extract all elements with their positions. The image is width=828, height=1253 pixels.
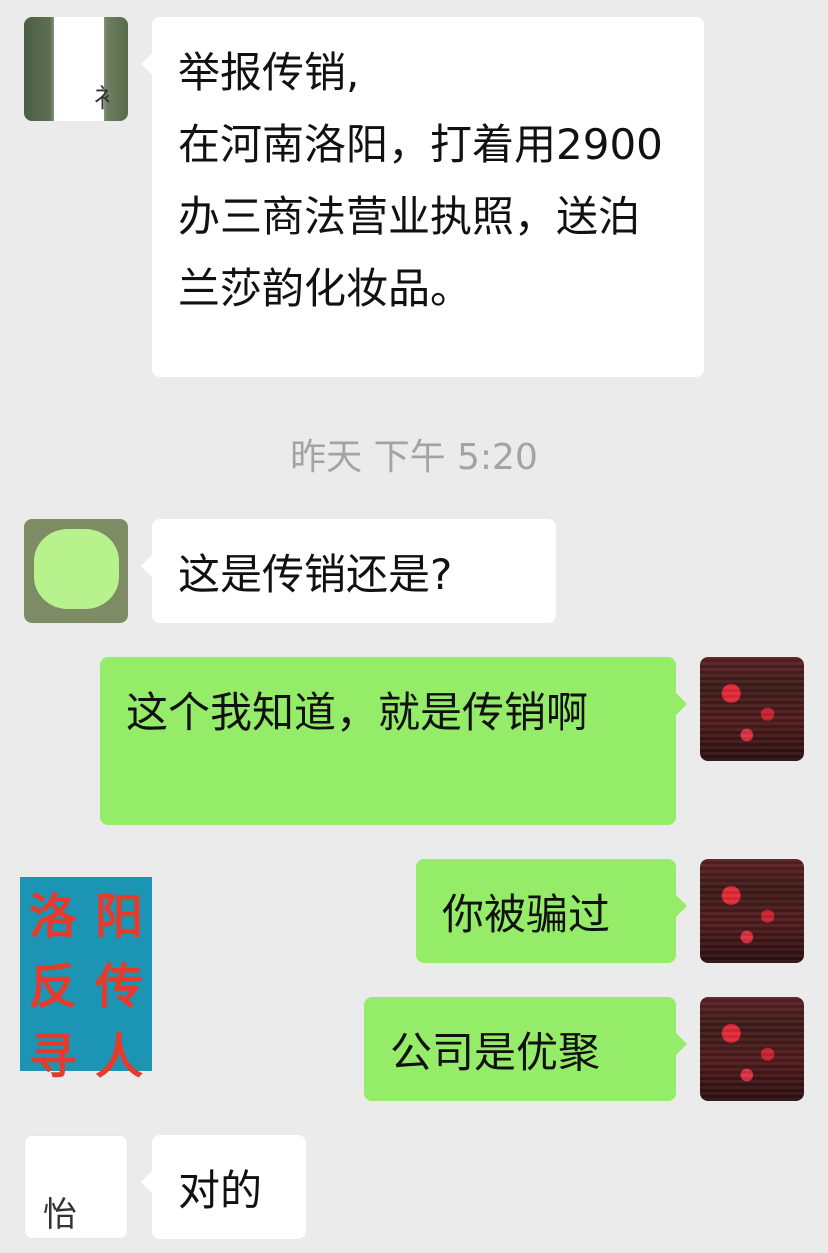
watermark-char: 阳 bbox=[94, 889, 143, 945]
avatar-glyph: 衤 bbox=[94, 84, 121, 114]
my-avatar[interactable] bbox=[700, 657, 804, 761]
contact-avatar[interactable] bbox=[24, 519, 128, 623]
contact-avatar[interactable]: 怡 bbox=[24, 1135, 128, 1239]
timestamp: 昨天 下午 5:20 bbox=[290, 437, 538, 478]
watermark-char: 传 bbox=[94, 959, 143, 1015]
watermark-char: 反 bbox=[28, 959, 77, 1015]
avatar-glyph: 怡 bbox=[43, 1195, 77, 1235]
watermark-char: 洛 bbox=[28, 889, 77, 945]
message-bubble-outgoing[interactable]: 公司是优聚 bbox=[364, 997, 687, 1101]
message-bubble-outgoing[interactable]: 你被骗过 bbox=[416, 859, 687, 963]
message-bubble-incoming[interactable]: 对的 bbox=[141, 1135, 306, 1239]
watermark-char: 人 bbox=[94, 1029, 143, 1085]
message-text: 举报传销, 在河南洛阳，打着用2900办三商法营业执照，送泊兰莎韵化妆品。 bbox=[178, 48, 663, 313]
avatar-blob bbox=[34, 529, 119, 609]
my-avatar[interactable] bbox=[700, 997, 804, 1101]
watermark-logo: 洛 阳 反 传 寻 人 bbox=[20, 877, 152, 1085]
watermark-char: 寻 bbox=[28, 1029, 77, 1085]
message-text: 这是传销还是? bbox=[178, 550, 453, 599]
message-bubble-outgoing[interactable]: 这个我知道，就是传销啊 bbox=[100, 657, 687, 825]
message-bubble-incoming[interactable]: 举报传销, 在河南洛阳，打着用2900办三商法营业执照，送泊兰莎韵化妆品。 bbox=[141, 17, 704, 377]
my-avatar[interactable] bbox=[700, 859, 804, 963]
contact-avatar[interactable]: 衤 bbox=[24, 17, 128, 121]
message-text: 公司是优聚 bbox=[390, 1028, 601, 1077]
message-bubble-incoming[interactable]: 这是传销还是? bbox=[141, 519, 556, 623]
message-text: 你被骗过 bbox=[442, 890, 611, 939]
message-text: 对的 bbox=[178, 1166, 263, 1215]
message-text: 这个我知道，就是传销啊 bbox=[126, 688, 589, 737]
